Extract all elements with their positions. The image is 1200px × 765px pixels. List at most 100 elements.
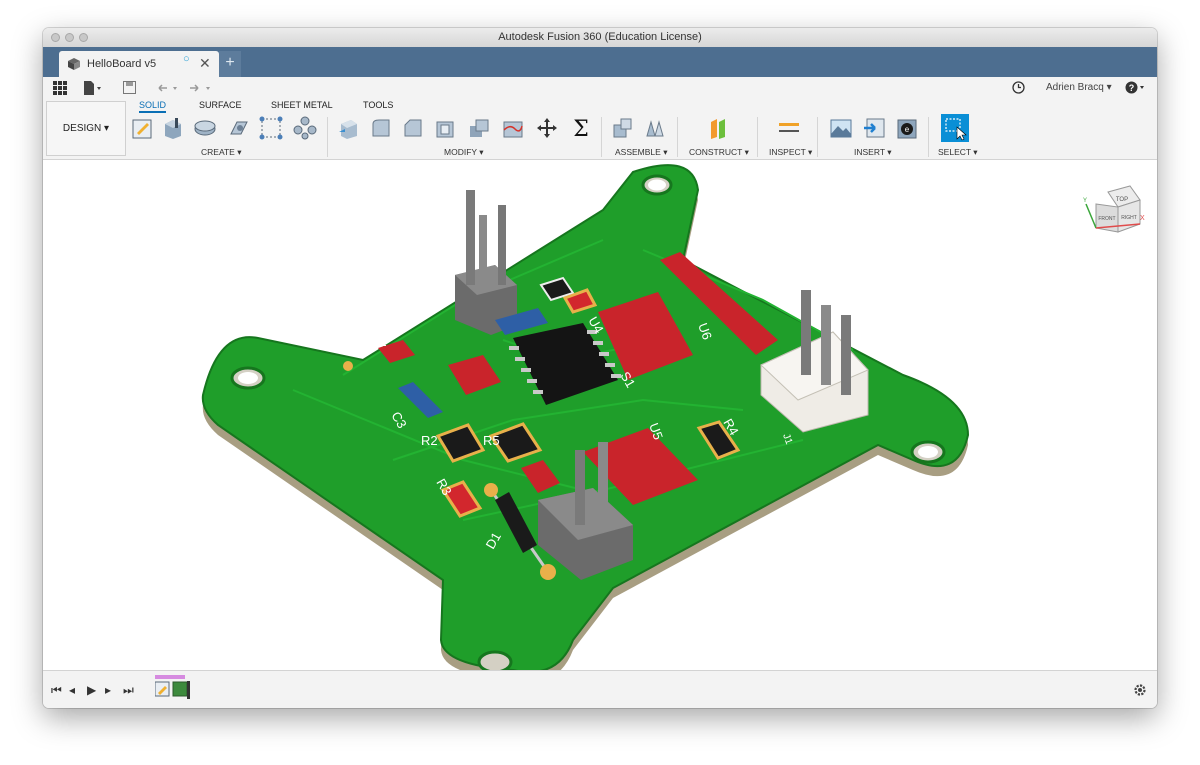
inspect-group-menu[interactable]: INSPECT ▾	[769, 147, 812, 158]
header-connector-top[interactable]	[455, 190, 517, 335]
document-tab-label: HelloBoard v5	[87, 58, 157, 70]
combine-icon[interactable]	[467, 116, 491, 140]
new-component-icon[interactable]	[611, 116, 635, 140]
pattern-icon[interactable]	[293, 116, 317, 140]
extrude-icon[interactable]	[161, 116, 185, 140]
silk-label-r5: R5	[483, 433, 500, 448]
timeline-previous-icon[interactable]: ◂	[69, 683, 75, 697]
insert-image-icon[interactable]	[829, 116, 853, 140]
canvas-viewport[interactable]: U1 U4 U6 U5 S1 C3 R2 R5 R3 R4 D1 J1 TOP …	[43, 160, 1157, 670]
modify-group-label: MODIFY	[444, 147, 477, 157]
close-tab-icon[interactable]: ✕	[199, 55, 211, 72]
mounting-hole	[230, 366, 266, 390]
silk-label-r2: R2	[421, 433, 438, 448]
fillet-icon[interactable]	[369, 116, 393, 140]
quick-access-toolbar: Adrien Bracq ▾ ?	[43, 77, 1157, 99]
new-tab-button[interactable]: +	[219, 51, 241, 77]
tab-sheet-metal[interactable]: SHEET METAL	[271, 100, 333, 110]
timeline-bar: ⏮ ◂ ▶ ▸ ⏭	[43, 670, 1157, 708]
user-account-menu[interactable]: Adrien Bracq ▾	[1046, 82, 1112, 93]
document-tab[interactable]: HelloBoard v5 ○ ✕	[59, 51, 219, 77]
window-title: Autodesk Fusion 360 (Education License)	[498, 31, 702, 43]
timeline-first-icon[interactable]: ⏮	[51, 683, 62, 698]
component-icon	[68, 58, 80, 70]
viewcube-axis-x: X	[1140, 215, 1145, 222]
viewcube-right-label: RIGHT	[1121, 215, 1137, 221]
timeline-marker[interactable]	[187, 681, 190, 699]
create-group-label: CREATE	[201, 147, 235, 157]
tab-solid[interactable]: SOLID	[139, 100, 167, 113]
view-cube[interactable]: TOP FRONT RIGHT Y X	[1078, 182, 1148, 252]
insert-mcmaster-icon[interactable]: e	[895, 116, 919, 140]
chamfer-icon[interactable]	[401, 116, 425, 140]
undo-icon[interactable]	[155, 82, 181, 94]
workspace-switcher[interactable]: DESIGN ▾	[46, 101, 126, 156]
timeline-last-icon[interactable]: ⏭	[123, 683, 134, 698]
construct-group-menu[interactable]: CONSTRUCT ▾	[689, 147, 749, 158]
app-window: Autodesk Fusion 360 (Education License) …	[43, 28, 1157, 708]
mounting-hole	[910, 440, 946, 464]
select-group-label: SELECT	[938, 147, 971, 157]
loft-icon[interactable]	[259, 116, 283, 140]
ribbon-divider	[677, 117, 678, 157]
measure-icon[interactable]	[777, 116, 801, 140]
offset-plane-icon[interactable]	[707, 116, 731, 140]
mounting-hole	[641, 174, 673, 196]
svg-text:Σ: Σ	[573, 117, 589, 140]
job-status-clock-icon[interactable]	[1012, 81, 1025, 94]
timeline-play-icon[interactable]: ▶	[87, 683, 96, 697]
construct-group-label: CONSTRUCT	[689, 147, 743, 157]
svg-text:e: e	[905, 125, 910, 134]
save-icon[interactable]	[123, 81, 136, 94]
assemble-group-menu[interactable]: ASSEMBLE ▾	[615, 147, 667, 158]
compute-all-icon[interactable]: Σ	[569, 116, 593, 140]
workspace-label: DESIGN	[62, 123, 102, 134]
app-grid-icon[interactable]	[53, 81, 67, 95]
settings-gear-icon[interactable]	[1133, 683, 1147, 697]
document-tab-bar: HelloBoard v5 ○ ✕ +	[43, 47, 1157, 77]
insert-derive-icon[interactable]	[863, 116, 887, 140]
sweep-icon[interactable]	[227, 116, 251, 140]
modify-group-menu[interactable]: MODIFY ▾	[444, 147, 484, 158]
press-pull-icon[interactable]	[337, 116, 361, 140]
joint-icon[interactable]	[643, 116, 667, 140]
viewcube-front-label: FRONT	[1098, 216, 1115, 222]
move-copy-icon[interactable]	[535, 116, 559, 140]
timeline-group-marker	[155, 675, 185, 679]
inspect-group-label: INSPECT	[769, 147, 806, 157]
select-group-menu[interactable]: SELECT ▾	[938, 147, 978, 158]
file-menu-icon[interactable]	[83, 81, 103, 95]
ribbon-divider	[757, 117, 758, 157]
viewcube-top-label: TOP	[1116, 197, 1128, 203]
select-tool-icon[interactable]	[941, 114, 969, 142]
shell-icon[interactable]	[433, 116, 457, 140]
sync-status-icon: ○	[183, 53, 190, 65]
ribbon-divider	[601, 117, 602, 157]
pcb-3d-model: U1 U4 U6 U5 S1 C3 R2 R5 R3 R4 D1 J1	[201, 164, 970, 670]
revolve-icon[interactable]	[193, 116, 217, 140]
viewcube-axis-y: Y	[1083, 198, 1087, 204]
redo-icon[interactable]	[188, 82, 214, 94]
ribbon-divider	[928, 117, 929, 157]
help-icon[interactable]: ?	[1125, 81, 1147, 94]
timeline-next-icon[interactable]: ▸	[105, 683, 111, 697]
svg-text:?: ?	[1129, 83, 1135, 93]
timeline-feature-icon[interactable]	[172, 681, 188, 697]
create-sketch-icon[interactable]	[131, 116, 155, 140]
silk-label-u1: U1	[370, 334, 387, 349]
ribbon-divider	[817, 117, 818, 157]
test-pad	[343, 361, 353, 371]
timeline-features[interactable]	[155, 681, 195, 699]
tab-tools[interactable]: TOOLS	[363, 100, 393, 110]
toolbar-ribbon: DESIGN ▾ SOLID SURFACE SHEET METAL TOOLS…	[43, 99, 1157, 160]
mounting-hole	[477, 650, 513, 670]
create-group-menu[interactable]: CREATE ▾	[201, 147, 242, 158]
insert-group-menu[interactable]: INSERT ▾	[854, 147, 892, 158]
insert-group-label: INSERT	[854, 147, 885, 157]
replace-face-icon[interactable]	[501, 116, 525, 140]
user-name: Adrien Bracq	[1046, 82, 1104, 93]
assemble-group-label: ASSEMBLE	[615, 147, 661, 157]
ribbon-divider	[327, 117, 328, 157]
title-bar: Autodesk Fusion 360 (Education License)	[43, 28, 1157, 48]
tab-surface[interactable]: SURFACE	[199, 100, 242, 110]
